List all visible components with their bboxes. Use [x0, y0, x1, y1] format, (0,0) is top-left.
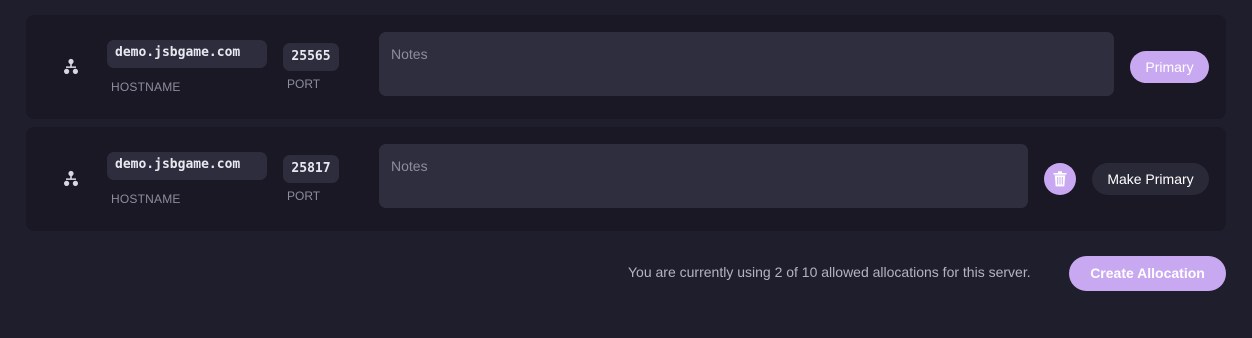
hostname-label: HOSTNAME: [111, 80, 181, 94]
allocation-row: demo.jsbgame.com HOSTNAME 25817 PORT Mak…: [26, 127, 1226, 231]
delete-allocation-button[interactable]: [1044, 163, 1076, 195]
hostname-value[interactable]: demo.jsbgame.com: [107, 152, 267, 180]
create-allocation-button[interactable]: Create Allocation: [1069, 256, 1226, 291]
network-icon: [62, 170, 80, 188]
port-label: PORT: [287, 189, 321, 203]
port-value[interactable]: 25565: [283, 43, 339, 71]
allocation-usage-text: You are currently using 2 of 10 allowed …: [628, 264, 1031, 280]
notes-input[interactable]: [379, 144, 1028, 208]
notes-input[interactable]: [379, 32, 1114, 96]
network-icon: [62, 58, 80, 76]
primary-badge: Primary: [1130, 51, 1209, 83]
allocation-row: demo.jsbgame.com HOSTNAME 25565 PORT Pri…: [26, 15, 1226, 119]
make-primary-button[interactable]: Make Primary: [1092, 163, 1209, 195]
hostname-label: HOSTNAME: [111, 192, 181, 206]
trash-icon: [1053, 171, 1067, 187]
hostname-value[interactable]: demo.jsbgame.com: [107, 40, 267, 68]
port-value[interactable]: 25817: [283, 155, 339, 183]
port-label: PORT: [287, 77, 321, 91]
